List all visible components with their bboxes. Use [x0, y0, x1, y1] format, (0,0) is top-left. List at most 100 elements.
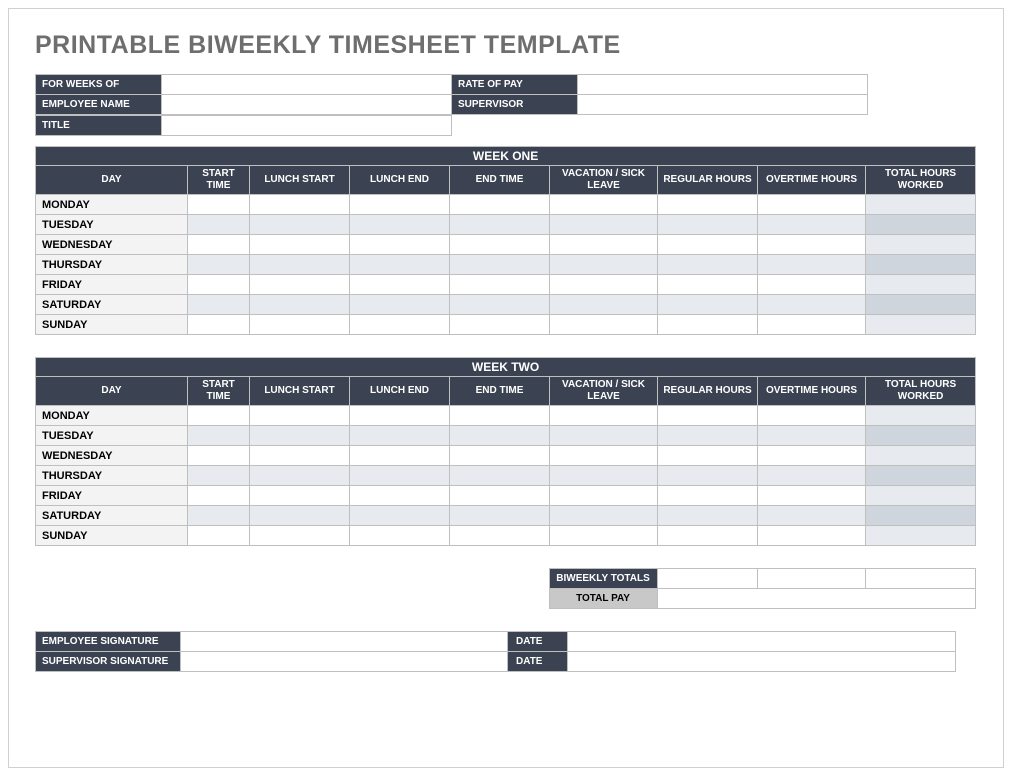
- time-cell[interactable]: [188, 275, 250, 295]
- time-cell[interactable]: [550, 215, 658, 235]
- time-cell[interactable]: [450, 235, 550, 255]
- time-cell[interactable]: [350, 406, 450, 426]
- time-cell[interactable]: [550, 446, 658, 466]
- time-cell[interactable]: [658, 446, 758, 466]
- time-cell[interactable]: [250, 295, 350, 315]
- time-cell[interactable]: [550, 406, 658, 426]
- time-cell[interactable]: [866, 215, 976, 235]
- time-cell[interactable]: [250, 486, 350, 506]
- time-cell[interactable]: [658, 295, 758, 315]
- time-cell[interactable]: [658, 506, 758, 526]
- time-cell[interactable]: [550, 486, 658, 506]
- time-cell[interactable]: [350, 526, 450, 546]
- employee-name-value[interactable]: [162, 95, 452, 115]
- time-cell[interactable]: [250, 195, 350, 215]
- time-cell[interactable]: [550, 275, 658, 295]
- time-cell[interactable]: [450, 466, 550, 486]
- time-cell[interactable]: [658, 466, 758, 486]
- time-cell[interactable]: [550, 255, 658, 275]
- total-pay-value[interactable]: [657, 589, 975, 609]
- time-cell[interactable]: [658, 315, 758, 335]
- time-cell[interactable]: [658, 215, 758, 235]
- time-cell[interactable]: [758, 406, 866, 426]
- time-cell[interactable]: [188, 255, 250, 275]
- time-cell[interactable]: [350, 215, 450, 235]
- time-cell[interactable]: [350, 235, 450, 255]
- time-cell[interactable]: [350, 506, 450, 526]
- time-cell[interactable]: [758, 235, 866, 255]
- time-cell[interactable]: [188, 486, 250, 506]
- time-cell[interactable]: [450, 426, 550, 446]
- time-cell[interactable]: [450, 295, 550, 315]
- time-cell[interactable]: [866, 526, 976, 546]
- biweekly-overtime-total[interactable]: [757, 569, 865, 589]
- time-cell[interactable]: [250, 466, 350, 486]
- time-cell[interactable]: [866, 406, 976, 426]
- employee-signature-value[interactable]: [181, 632, 508, 652]
- for-weeks-of-value[interactable]: [162, 75, 452, 95]
- time-cell[interactable]: [350, 255, 450, 275]
- time-cell[interactable]: [450, 506, 550, 526]
- time-cell[interactable]: [658, 486, 758, 506]
- time-cell[interactable]: [658, 526, 758, 546]
- time-cell[interactable]: [350, 275, 450, 295]
- time-cell[interactable]: [866, 275, 976, 295]
- time-cell[interactable]: [188, 215, 250, 235]
- time-cell[interactable]: [758, 506, 866, 526]
- time-cell[interactable]: [250, 406, 350, 426]
- time-cell[interactable]: [188, 295, 250, 315]
- time-cell[interactable]: [758, 526, 866, 546]
- time-cell[interactable]: [758, 466, 866, 486]
- time-cell[interactable]: [758, 426, 866, 446]
- time-cell[interactable]: [188, 315, 250, 335]
- time-cell[interactable]: [250, 255, 350, 275]
- time-cell[interactable]: [350, 426, 450, 446]
- time-cell[interactable]: [188, 406, 250, 426]
- time-cell[interactable]: [250, 426, 350, 446]
- time-cell[interactable]: [188, 195, 250, 215]
- time-cell[interactable]: [250, 315, 350, 335]
- time-cell[interactable]: [866, 426, 976, 446]
- supervisor-date-value[interactable]: [568, 652, 956, 672]
- time-cell[interactable]: [550, 466, 658, 486]
- time-cell[interactable]: [866, 315, 976, 335]
- title-value[interactable]: [162, 116, 452, 136]
- time-cell[interactable]: [450, 486, 550, 506]
- time-cell[interactable]: [758, 295, 866, 315]
- time-cell[interactable]: [450, 315, 550, 335]
- time-cell[interactable]: [658, 406, 758, 426]
- time-cell[interactable]: [550, 195, 658, 215]
- time-cell[interactable]: [866, 295, 976, 315]
- time-cell[interactable]: [758, 486, 866, 506]
- time-cell[interactable]: [350, 466, 450, 486]
- time-cell[interactable]: [450, 446, 550, 466]
- time-cell[interactable]: [350, 195, 450, 215]
- supervisor-value[interactable]: [578, 95, 868, 115]
- time-cell[interactable]: [550, 235, 658, 255]
- time-cell[interactable]: [550, 295, 658, 315]
- time-cell[interactable]: [350, 486, 450, 506]
- time-cell[interactable]: [758, 255, 866, 275]
- supervisor-signature-value[interactable]: [181, 652, 508, 672]
- time-cell[interactable]: [450, 255, 550, 275]
- time-cell[interactable]: [250, 446, 350, 466]
- time-cell[interactable]: [550, 526, 658, 546]
- time-cell[interactable]: [658, 235, 758, 255]
- time-cell[interactable]: [188, 235, 250, 255]
- time-cell[interactable]: [450, 195, 550, 215]
- time-cell[interactable]: [250, 275, 350, 295]
- time-cell[interactable]: [450, 275, 550, 295]
- time-cell[interactable]: [188, 426, 250, 446]
- time-cell[interactable]: [658, 255, 758, 275]
- time-cell[interactable]: [188, 466, 250, 486]
- time-cell[interactable]: [866, 506, 976, 526]
- time-cell[interactable]: [658, 426, 758, 446]
- time-cell[interactable]: [866, 235, 976, 255]
- employee-date-value[interactable]: [568, 632, 956, 652]
- time-cell[interactable]: [758, 315, 866, 335]
- time-cell[interactable]: [188, 446, 250, 466]
- time-cell[interactable]: [658, 275, 758, 295]
- time-cell[interactable]: [758, 446, 866, 466]
- time-cell[interactable]: [658, 195, 758, 215]
- time-cell[interactable]: [758, 275, 866, 295]
